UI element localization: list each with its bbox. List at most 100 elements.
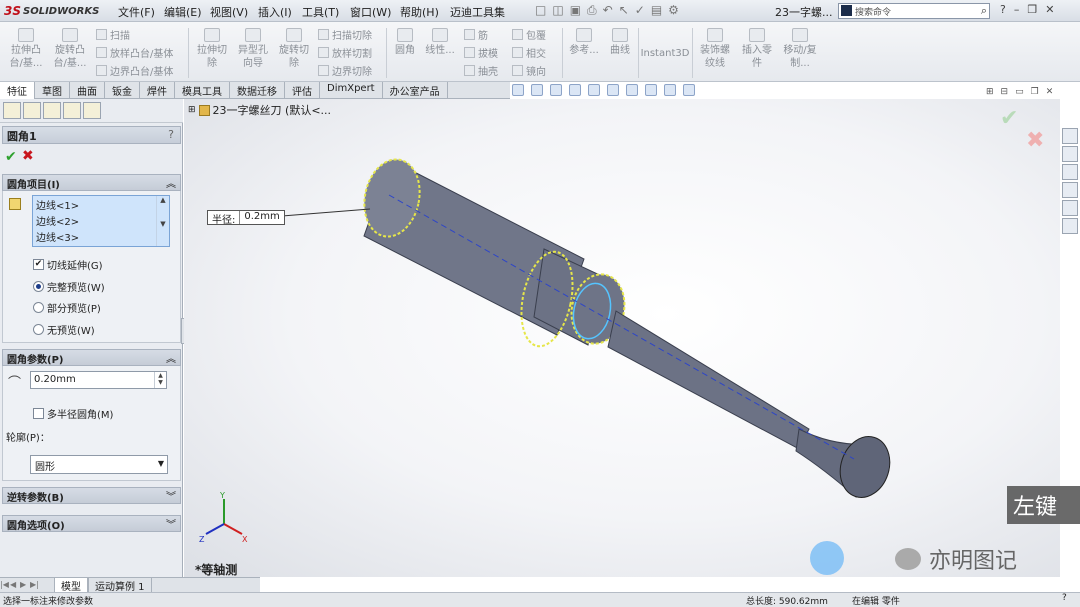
tab-sheet-metal[interactable]: 钣金	[105, 82, 140, 99]
tangent-propagation-checkbox[interactable]: ✔ 切线延伸(G)	[33, 257, 103, 272]
design-library-icon[interactable]	[1062, 146, 1078, 162]
no-preview-radio[interactable]: 无预览(W)	[33, 322, 95, 337]
tab-motion-study[interactable]: 运动算例 1	[88, 578, 152, 593]
checkbox-checked-icon[interactable]: ✔	[33, 259, 44, 270]
tab-features[interactable]: 特征	[0, 82, 35, 99]
edges-list[interactable]: 边线<1> 边线<2> 边线<3> ▲ ▼	[32, 195, 170, 247]
scene-icon[interactable]	[664, 84, 676, 96]
group-fillet-parameters[interactable]: 圆角参数(P) ︽	[2, 349, 181, 366]
file-props-icon[interactable]: ▤	[651, 3, 662, 18]
menu-maidi-tools[interactable]: 迈迪工具集	[450, 4, 505, 20]
hide-show-icon[interactable]	[626, 84, 638, 96]
first-tab-icon[interactable]: |◀	[0, 578, 10, 592]
chevron-down-icon[interactable]: ▼	[158, 459, 164, 468]
cancel-button[interactable]: ✖	[22, 148, 34, 164]
collapse-icon[interactable]: ︽	[166, 350, 176, 365]
reference-geometry-button[interactable]: 参考...	[566, 28, 602, 57]
graphics-area[interactable]	[184, 99, 1060, 577]
restore-icon[interactable]: ❐	[1027, 3, 1037, 16]
minimize-icon[interactable]: –	[1014, 3, 1020, 16]
new-icon[interactable]: □	[535, 3, 546, 18]
list-item[interactable]: 边线<2>	[33, 212, 169, 228]
confirm-cancel-icon[interactable]: ✖	[1026, 128, 1044, 153]
custom-properties-icon[interactable]	[1062, 218, 1078, 234]
zoom-area-icon[interactable]	[531, 84, 543, 96]
tab-sketch[interactable]: 草图	[35, 82, 70, 99]
partial-preview-radio[interactable]: 部分预览(P)	[33, 300, 101, 315]
curves-button[interactable]: 曲线	[604, 28, 636, 57]
tab-model[interactable]: 模型	[54, 578, 88, 593]
extrude-cut-button[interactable]: 拉伸切除	[193, 28, 231, 70]
confirm-ok-icon[interactable]: ✔	[1000, 106, 1018, 131]
viewport-tile-icon[interactable]: ⊟	[1001, 87, 1009, 97]
menu-help[interactable]: 帮助(H)	[400, 4, 439, 20]
search-commands-input[interactable]: 搜索命令 ⌕	[838, 3, 990, 19]
search-scope-icon[interactable]	[841, 5, 852, 16]
options-icon[interactable]: ⚙	[668, 3, 679, 18]
fillet-button[interactable]: 圆角	[390, 28, 420, 57]
rib-button[interactable]: 筋	[464, 27, 488, 42]
draft-button[interactable]: 拔模	[464, 45, 498, 60]
previous-view-icon[interactable]	[550, 84, 562, 96]
open-icon[interactable]: ◫	[552, 3, 563, 18]
tab-surfaces[interactable]: 曲面	[70, 82, 105, 99]
group-fillet-options[interactable]: 圆角选项(O) ︾	[2, 515, 181, 532]
tab-weldments[interactable]: 焊件	[140, 82, 175, 99]
last-tab-icon[interactable]: ▶|	[30, 578, 40, 592]
expand-tree-icon[interactable]: ⊞	[188, 105, 196, 115]
appearance-icon[interactable]	[645, 84, 657, 96]
loft-cut-button[interactable]: 放样切割	[318, 45, 372, 60]
multi-radius-checkbox[interactable]: 多半径圆角(M)	[33, 406, 113, 421]
save-icon[interactable]: ▣	[570, 3, 581, 18]
menu-file[interactable]: 文件(F)	[118, 4, 155, 20]
move-copy-button[interactable]: 移动/复制...	[780, 28, 820, 70]
radius-stepper[interactable]: ▲ ▼	[154, 372, 166, 388]
undo-icon[interactable]: ↶	[603, 3, 613, 18]
mirror-button[interactable]: 镜向	[512, 63, 546, 78]
radius-callout-value[interactable]: 0.2mm	[240, 211, 283, 224]
cosmetic-thread-button[interactable]: 装饰螺纹线	[696, 28, 734, 70]
feature-manager-icon[interactable]	[3, 102, 21, 119]
display-style-icon[interactable]	[607, 84, 619, 96]
view-settings-icon[interactable]	[683, 84, 695, 96]
view-palette-icon[interactable]	[1062, 182, 1078, 198]
radius-input[interactable]: 0.20mm ▲ ▼	[30, 371, 167, 389]
property-manager-icon[interactable]	[23, 102, 41, 119]
print-icon[interactable]: ⎙	[587, 3, 597, 18]
feature-tree-root[interactable]: ⊞ 23一字螺丝刀 (默认<...	[188, 102, 331, 118]
list-item[interactable]: 边线<1>	[33, 196, 169, 212]
tab-data-migration[interactable]: 数据迁移	[230, 82, 285, 99]
radio-selected-icon[interactable]	[33, 281, 44, 292]
next-tab-icon[interactable]: ▶	[20, 578, 30, 592]
appearances-icon[interactable]	[1062, 200, 1078, 216]
full-preview-radio[interactable]: 完整预览(W)	[33, 279, 105, 294]
tab-office-products[interactable]: 办公室产品	[383, 82, 448, 99]
sweep-button[interactable]: 扫描	[96, 27, 130, 42]
display-manager-icon[interactable]	[83, 102, 101, 119]
checkbox-icon[interactable]	[33, 408, 44, 419]
list-item[interactable]: 边线<3>	[33, 228, 169, 244]
shell-button[interactable]: 抽壳	[464, 63, 498, 78]
boundary-cut-button[interactable]: 边界切除	[318, 63, 372, 78]
boundary-boss-button[interactable]: 边界凸台/基体	[96, 63, 173, 78]
menu-insert[interactable]: 插入(I)	[258, 4, 292, 20]
group-setback-parameters[interactable]: 逆转参数(B) ︾	[2, 487, 181, 504]
radio-icon[interactable]	[33, 302, 44, 313]
close-icon[interactable]: ✕	[1045, 3, 1054, 16]
wrap-button[interactable]: 包覆	[512, 27, 546, 42]
help-icon[interactable]: ?	[1000, 3, 1006, 16]
instant3d-button[interactable]: Instant3D	[640, 47, 690, 60]
help-button[interactable]: ?	[168, 128, 174, 141]
menu-window[interactable]: 窗口(W)	[350, 4, 391, 20]
linear-pattern-button[interactable]: 线性...	[422, 28, 458, 57]
revolve-cut-button[interactable]: 旋转切除	[275, 28, 313, 70]
list-scrollbar[interactable]: ▲ ▼	[156, 196, 169, 246]
solidworks-resources-icon[interactable]	[1062, 128, 1078, 144]
expand-icon[interactable]: ︾	[166, 516, 176, 531]
sweep-cut-button[interactable]: 扫描切除	[318, 27, 372, 42]
collapse-icon[interactable]: ︽	[166, 175, 176, 190]
radius-callout[interactable]: 半径: 0.2mm	[207, 210, 285, 226]
tab-dimxpert[interactable]: DimXpert	[320, 82, 383, 99]
help-status-icon[interactable]: ?	[1062, 593, 1067, 603]
menu-view[interactable]: 视图(V)	[210, 4, 248, 20]
